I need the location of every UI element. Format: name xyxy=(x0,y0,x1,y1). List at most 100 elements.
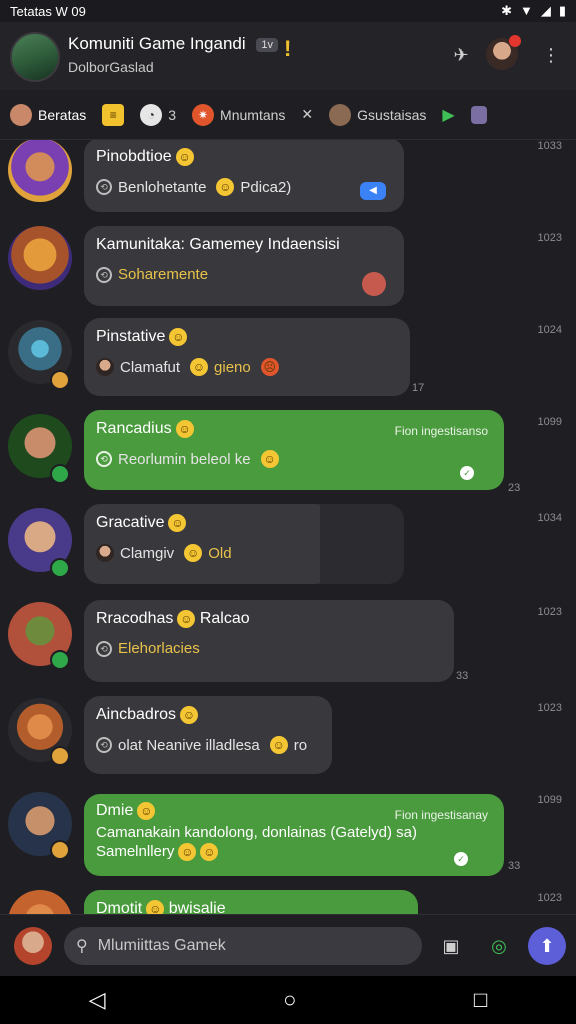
message-count: 33 xyxy=(508,860,521,872)
smile-emoji-icon: ☺ xyxy=(180,706,199,724)
tab-5[interactable]: Gsustaisas xyxy=(329,103,426,126)
message-bubble[interactable]: Rancadius ☺ Fion ingestisanso ⟲ Reorlumin… xyxy=(84,410,504,490)
link-icon: ⟲ xyxy=(96,737,112,754)
smile-emoji-icon: ☺ xyxy=(190,358,209,377)
smile-emoji-icon: ☺ xyxy=(269,736,288,755)
status-bar: Tetatas W 09 ✱ ▼ ◢ ▮ xyxy=(0,0,576,22)
message-time: 1024 xyxy=(537,324,562,336)
smile-emoji-icon: ☺ xyxy=(184,544,203,563)
message-text-line2: Samelnllery ☺ ☺ xyxy=(96,843,492,862)
message-time: 1023 xyxy=(537,606,562,618)
message-text: ⟲ Benlohetante ☺ Pdica2) xyxy=(96,178,392,197)
smile-emoji-icon: ☺ xyxy=(260,450,279,469)
message-text: ⟲ olat Neanive illadlesa ☺ ro xyxy=(96,736,320,755)
read-receipt-icon: ✓ xyxy=(460,466,474,480)
angry-emoji-icon: ☹ xyxy=(260,358,279,377)
group-title[interactable]: Komuniti Game Ingandi 1v xyxy=(68,34,279,54)
status-dot xyxy=(50,840,70,860)
sender-name: Dmotit ☺ bwisalie xyxy=(96,900,406,914)
smile-emoji-icon: ☺ xyxy=(178,843,197,862)
message-bubble[interactable]: Kamunitaka: Gamemey Indaensisi ⟲ Soharem… xyxy=(84,226,404,306)
message-bubble[interactable]: Pinobdtioe ☺ ⟲ Benlohetante ☺ Pdica2) ◀ xyxy=(84,140,404,212)
message-bubble[interactable]: Gracative ☺ Clamgiv ☺ Old xyxy=(84,504,332,584)
mute-icon[interactable]: ✈ xyxy=(446,40,476,70)
smile-emoji-icon: ☺ xyxy=(137,802,156,820)
back-icon[interactable]: ◁ xyxy=(89,987,106,1013)
play-icon[interactable]: ▶ xyxy=(442,105,454,125)
recents-icon[interactable]: □ xyxy=(474,987,487,1013)
tab-2[interactable]: ◔ 3 xyxy=(140,103,177,126)
smile-emoji-icon: ☺ xyxy=(175,148,194,166)
message-time: 1099 xyxy=(537,794,562,806)
home-icon[interactable]: ○ xyxy=(283,987,296,1013)
message-bubble[interactable]: Pinstative ☺ Clamafut ☺ gieno ☹ xyxy=(84,318,410,396)
tab-label: 3 xyxy=(168,106,177,123)
wifi-icon: ▼ xyxy=(519,3,533,18)
battery-icon: ▮ xyxy=(558,3,566,18)
smile-emoji-icon: ☺ xyxy=(175,420,194,438)
sender-name: Rracodhas ☺ Ralcao xyxy=(96,610,250,628)
user-avatar-icon xyxy=(96,544,114,563)
message-time: 1023 xyxy=(537,892,562,904)
tab-1[interactable]: ≡ xyxy=(102,103,125,126)
group-title-text: Komuniti Game Ingandi xyxy=(68,34,246,53)
avatar[interactable] xyxy=(8,140,72,202)
message-time: 1023 xyxy=(537,702,562,714)
alert-icon[interactable]: ! xyxy=(284,36,291,62)
crossed-swords-icon: ✕ xyxy=(301,106,314,122)
online-indicator xyxy=(50,558,70,578)
note-icon: ≡ xyxy=(102,103,125,126)
link-icon: ⟲ xyxy=(96,640,112,657)
search-icon: ⚲ xyxy=(76,938,88,955)
message-bubble[interactable]: Rracodhas ☺ Ralcao ⟲ Elehorlacies xyxy=(84,600,454,682)
send-button[interactable]: ⬆ xyxy=(528,927,566,965)
smile-emoji-icon: ☺ xyxy=(146,900,165,914)
tab-4[interactable]: ✕ xyxy=(301,106,313,123)
message-text: Clamafut ☺ gieno ☹ xyxy=(96,358,398,377)
avatar[interactable] xyxy=(8,226,72,290)
message-meta: Fion ingestisanay xyxy=(394,808,488,822)
message-bubble[interactable]: Aincbadros ☺ ⟲ olat Neanive illadlesa ☺ ro xyxy=(84,696,332,774)
sender-name: Gracative ☺ xyxy=(96,514,320,532)
sender-name: Kamunitaka: Gamemey Indaensisi xyxy=(96,236,340,253)
system-nav-bar: ◁ ○ □ xyxy=(0,976,576,1024)
bluetooth-icon: ✱ xyxy=(501,3,512,18)
message-meta: Fion ingestisanso xyxy=(394,424,488,438)
burst-icon: ✷ xyxy=(192,103,215,126)
online-indicator xyxy=(50,464,70,484)
group-subtitle: DolborGaslad xyxy=(68,59,154,75)
message-list[interactable]: Pinobdtioe ☺ ⟲ Benlohetante ☺ Pdica2) ◀ 103… xyxy=(0,140,576,914)
reaction-icon[interactable]: ◀ xyxy=(360,182,386,200)
tab-0[interactable]: Beratas xyxy=(10,103,86,126)
message-time: 1099 xyxy=(537,416,562,428)
status-dot xyxy=(50,370,70,390)
group-avatar[interactable] xyxy=(10,32,60,82)
profile-avatar[interactable] xyxy=(486,35,521,70)
message-input[interactable]: ⚲ Mlumiittas Gamek xyxy=(64,927,422,965)
user-avatar-icon xyxy=(96,358,114,377)
my-avatar[interactable] xyxy=(14,927,52,965)
message-text: Clamgiv ☺ Old xyxy=(96,544,320,563)
tab-3[interactable]: ✷ Mnumtans xyxy=(192,103,285,126)
reaction-avatar[interactable] xyxy=(362,272,386,296)
smile-emoji-icon: ☺ xyxy=(177,610,196,628)
smile-emoji-icon: ☺ xyxy=(168,514,187,532)
status-time: Tetatas W 09 xyxy=(10,3,86,19)
message-text: ⟲ Elehorlacies xyxy=(96,640,442,657)
smile-emoji-icon: ☺ xyxy=(169,328,188,346)
status-icons: ✱ ▼ ◢ ▮ xyxy=(501,3,566,19)
attach-icon[interactable]: ▣ xyxy=(436,931,466,961)
message-text: ⟲ Soharemente xyxy=(96,266,392,283)
avatar[interactable] xyxy=(8,890,72,914)
gif-icon[interactable]: ◎ xyxy=(484,931,514,961)
message-count: 33 xyxy=(456,670,469,682)
sticker-icon[interactable] xyxy=(470,105,487,124)
message-bubble[interactable]: Dmotit ☺ bwisalie xyxy=(84,890,418,914)
message-time: 1023 xyxy=(537,232,562,244)
message-bubble[interactable]: Dmie ☺ Fion ingestisanay Camanakain kando… xyxy=(84,794,504,876)
sender-name: Aincbadros ☺ xyxy=(96,706,320,724)
more-options-icon[interactable]: ⋮ xyxy=(536,40,566,70)
link-icon: ⟲ xyxy=(96,179,112,196)
sender-name: Pinstative ☺ xyxy=(96,328,398,346)
smile-emoji-icon: ☺ xyxy=(200,843,219,862)
